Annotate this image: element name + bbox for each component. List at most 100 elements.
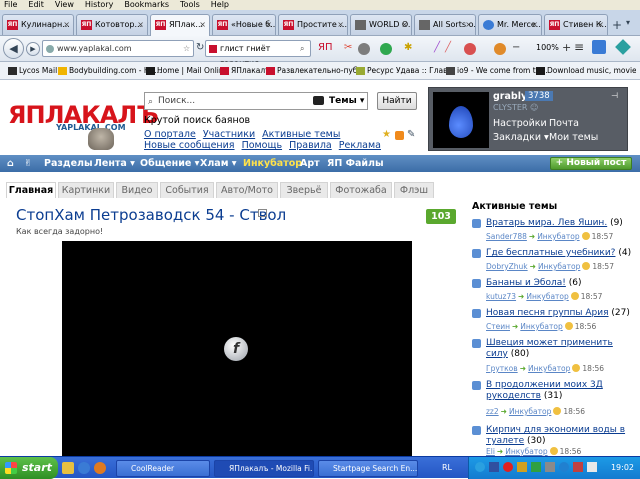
quicklaunch-firefox-icon[interactable]	[94, 462, 106, 474]
topic-section[interactable]: Инкубатор	[520, 322, 562, 331]
search-icon[interactable]: ⌕	[300, 41, 304, 56]
video-player[interactable]: f	[62, 241, 412, 456]
nav-communication[interactable]: Общение ▾	[140, 155, 199, 172]
close-icon[interactable]: ×	[199, 15, 206, 35]
taskbar-item-coolreader[interactable]: CoolReader	[116, 460, 210, 477]
active-topic[interactable]: Вратарь мира. Лев Яшин. (9)	[472, 218, 636, 229]
topic-section[interactable]: Инкубатор	[537, 232, 579, 241]
star-icon[interactable]: ★	[382, 129, 391, 140]
quicklaunch-browser-icon[interactable]	[78, 462, 90, 474]
bookmark-item[interactable]: Lycos Mail	[8, 62, 57, 80]
topic-author[interactable]: kutuz73	[486, 292, 516, 301]
list-icon[interactable]	[592, 40, 606, 54]
topic-title[interactable]: Вратарь мира. Лев Яшин.	[486, 218, 607, 228]
green-addon-icon[interactable]	[380, 43, 392, 55]
quicklaunch-folder-icon[interactable]	[62, 462, 74, 474]
topic-title[interactable]: Новая песня группы Ария	[486, 308, 609, 318]
flash-icon[interactable]: f	[224, 337, 248, 361]
topic-author[interactable]: Грутков	[486, 364, 518, 373]
close-icon[interactable]: ×	[531, 15, 538, 35]
addon-icon[interactable]	[358, 43, 370, 55]
browser-tab[interactable]: Mr. Merce... ×	[478, 14, 542, 35]
nav-feed[interactable]: Лента ▾	[94, 155, 135, 172]
comment-count-badge[interactable]: 103	[426, 209, 456, 224]
nav-art[interactable]: Арт	[300, 155, 320, 172]
close-icon[interactable]: ×	[597, 15, 604, 35]
bookmark-item[interactable]: Развлекательно-пуб...	[266, 62, 365, 80]
browser-search-input[interactable]: глист гниёт гарантия ⌕	[205, 40, 311, 68]
bookmark-star-icon[interactable]: ☆	[183, 41, 190, 56]
reload-icon[interactable]: ↻	[196, 42, 204, 53]
tray-app-icon[interactable]	[559, 462, 569, 472]
browser-tab[interactable]: ЯП Котовтор... ×	[76, 14, 148, 35]
topic-section[interactable]: Инкубатор	[538, 262, 580, 271]
bookmark-item[interactable]: ЯПлакалъ	[220, 62, 270, 80]
tray-app-icon[interactable]	[573, 462, 583, 472]
rss-icon[interactable]	[395, 131, 404, 140]
close-icon[interactable]: ×	[337, 15, 344, 35]
zoom-in-icon[interactable]: +	[562, 41, 571, 54]
topic-author[interactable]: DobryZhuk	[486, 262, 528, 271]
active-topic[interactable]: Где бесплатные учебники? (4)	[472, 248, 636, 259]
active-topic[interactable]: Швеция может применить силу (80)	[472, 338, 636, 360]
active-topic[interactable]: В продолжении моих 3Д рукоделств (31)	[472, 380, 636, 402]
browser-tab[interactable]: ЯП Стивен К... ×	[544, 14, 608, 35]
taskbar-item-firefox[interactable]: ЯПлакалъ - Mozilla Fi...	[214, 460, 314, 477]
menu-bookmarks[interactable]: Bookmarks	[124, 0, 169, 10]
nav-files[interactable]: ЯП Файлы	[327, 155, 384, 172]
tray-app-icon[interactable]	[489, 462, 499, 472]
topic-author[interactable]: Eli	[486, 447, 495, 456]
pin-icon[interactable]: ⊣	[611, 91, 618, 100]
username[interactable]: grably	[493, 91, 527, 102]
home-icon[interactable]: ⌂	[7, 155, 14, 172]
mail-link[interactable]: Почта	[549, 118, 579, 129]
link-about[interactable]: О портале	[144, 129, 196, 140]
tab-animals[interactable]: Зверьё	[280, 182, 328, 198]
red-addon-icon[interactable]	[464, 43, 476, 55]
link-ads[interactable]: Реклама	[339, 140, 381, 151]
browser-tab[interactable]: ЯП Простите ... ×	[278, 14, 348, 35]
post-title[interactable]: СтопХам Петрозаводск 54 - Ствол	[16, 206, 286, 224]
yap-toolbar-icon[interactable]: ЯП	[318, 42, 332, 53]
new-post-button[interactable]: + Новый пост	[550, 157, 632, 170]
nav-junk[interactable]: Хлам ▾	[200, 155, 237, 172]
link-new-messages[interactable]: Новые сообщения	[144, 140, 235, 151]
zoom-out-icon[interactable]: −	[512, 42, 520, 53]
active-topic[interactable]: Кирпич для экономии воды в туалете (30)	[472, 425, 636, 447]
topic-section[interactable]: Инкубатор	[505, 447, 547, 456]
nav-incubator[interactable]: Инкубатор	[243, 155, 302, 172]
active-topic[interactable]: Новая песня группы Ария (27)	[472, 308, 636, 319]
topic-author[interactable]: zz2	[486, 407, 499, 416]
topic-title[interactable]: Бананы и Эбола!	[486, 278, 566, 288]
close-icon[interactable]: ×	[137, 15, 144, 35]
bookmark-item[interactable]: Ресурс Удава :: Глав...	[356, 62, 455, 80]
tab-video[interactable]: Видео	[116, 182, 158, 198]
topic-title[interactable]: Швеция может применить силу	[486, 338, 613, 359]
bookmark-item[interactable]: Home | Mail Online	[146, 62, 228, 80]
nav-sections[interactable]: Разделы	[44, 155, 93, 172]
topic-section[interactable]: Инкубатор	[509, 407, 551, 416]
forward-button[interactable]: ▶	[26, 42, 40, 56]
bookmark-item[interactable]: Download music, movie...	[536, 62, 636, 80]
bookmarks-link[interactable]: Закладки ▾	[493, 132, 549, 143]
tab-main[interactable]: Главная	[6, 182, 56, 198]
diamond-icon[interactable]	[615, 39, 631, 55]
topic-author[interactable]: Sander788	[486, 232, 527, 241]
tray-app-icon[interactable]	[503, 462, 513, 472]
speaker-icon[interactable]	[587, 462, 597, 472]
tab-photoshop[interactable]: Фотожаба	[330, 182, 392, 198]
browser-tab[interactable]: ЯП «Новые б... ×	[212, 14, 276, 35]
site-search-input[interactable]: ⌕ Поиск... Темы ▾	[144, 92, 368, 110]
link-members[interactable]: Участники	[203, 129, 255, 140]
topic-title[interactable]: Кирпич для экономии воды в туалете	[486, 425, 625, 446]
topic-section[interactable]: Инкубатор	[528, 364, 570, 373]
tray-app-icon[interactable]	[531, 462, 541, 472]
tab-events[interactable]: События	[160, 182, 214, 198]
language-indicator[interactable]: RL	[442, 457, 452, 479]
menu-file[interactable]: File	[4, 0, 17, 10]
pen-icon[interactable]: ╱	[434, 42, 440, 53]
tools-icon[interactable]: ✂	[344, 42, 352, 53]
new-tab-button[interactable]: +	[612, 18, 622, 32]
bulb-icon[interactable]: ✱	[404, 42, 412, 53]
close-icon[interactable]: ×	[401, 15, 408, 35]
